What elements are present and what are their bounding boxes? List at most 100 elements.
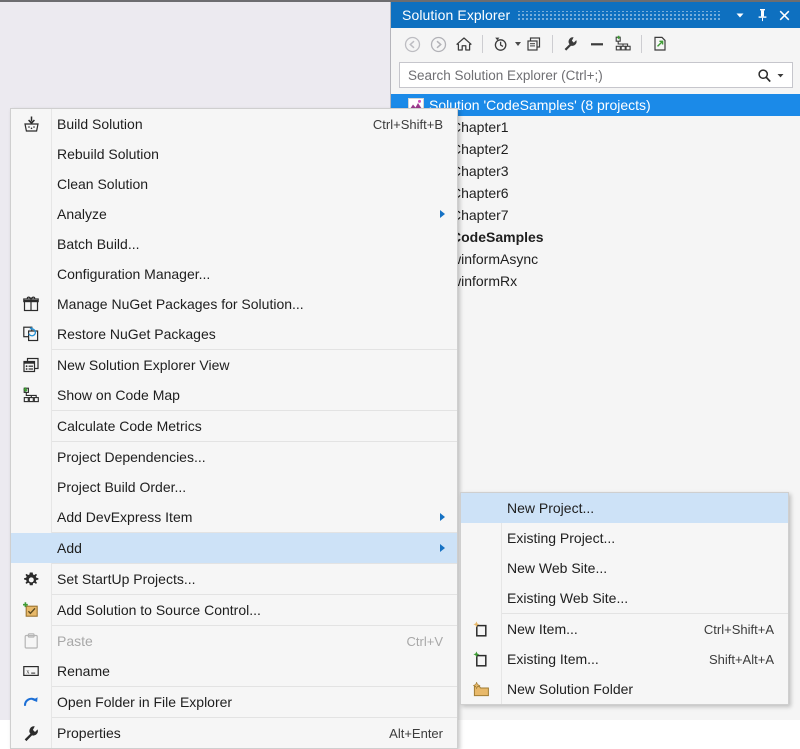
submenu-item-existing-web-site[interactable]: Existing Web Site...: [461, 583, 788, 613]
svg-text:x: x: [26, 669, 30, 676]
collapse-all-icon[interactable]: [584, 32, 610, 56]
menu-item-add-devexpress-item[interactable]: Add DevExpress Item: [11, 502, 457, 532]
solution-explorer-toolbar: [391, 28, 800, 60]
menu-item-shortcut: Ctrl+Shift+B: [372, 116, 443, 132]
title-bar-buttons: [729, 4, 800, 26]
submenu-arrow-icon: [440, 513, 445, 521]
menu-item-label: Rename: [57, 663, 110, 679]
menu-item-label: Restore NuGet Packages: [57, 326, 216, 342]
solution-context-menu: Build Solution Ctrl+Shift+B Rebuild Soluti…: [10, 108, 458, 749]
menu-item-icon-slot: [11, 350, 51, 380]
menu-item-properties[interactable]: Properties Alt+Enter: [11, 718, 457, 748]
gear-icon: [23, 571, 40, 588]
menu-item-manage-nuget-packages-for-solution[interactable]: Manage NuGet Packages for Solution...: [11, 289, 457, 319]
menu-item-label: Existing Web Site...: [507, 590, 629, 606]
menu-item-configuration-manager[interactable]: Configuration Manager...: [11, 259, 457, 289]
new-item-icon: [473, 621, 489, 637]
menu-item-paste: Paste Ctrl+V: [11, 626, 457, 656]
menu-item-rename[interactable]: x Rename: [11, 656, 457, 686]
menu-item-shortcut: Shift+Alt+A: [708, 651, 774, 667]
back-icon[interactable]: [399, 32, 425, 56]
menu-item-icon-slot: [11, 472, 51, 502]
menu-item-icon-slot: [461, 523, 501, 553]
menu-item-label: New Web Site...: [507, 560, 608, 576]
menu-item-project-dependencies[interactable]: Project Dependencies...: [11, 442, 457, 472]
menu-item-label: Add: [57, 540, 82, 556]
menu-item-icon-slot: [461, 644, 501, 674]
menu-item-label: Existing Project...: [507, 530, 616, 546]
submenu-item-new-web-site[interactable]: New Web Site...: [461, 553, 788, 583]
menu-item-rebuild-solution[interactable]: Rebuild Solution: [11, 139, 457, 169]
menu-item-open-folder-in-file-explorer[interactable]: Open Folder in File Explorer: [11, 687, 457, 717]
search-icon[interactable]: [757, 68, 772, 83]
menu-item-label: Calculate Code Metrics: [57, 418, 202, 434]
menu-item-label: Add DevExpress Item: [57, 509, 193, 525]
menu-item-label: Batch Build...: [57, 236, 140, 252]
menu-item-icon-slot: [11, 411, 51, 441]
code-map-icon: [22, 387, 40, 403]
menu-item-icon-slot: x: [11, 656, 51, 686]
menu-item-batch-build[interactable]: Batch Build...: [11, 229, 457, 259]
sync-with-active-document-icon[interactable]: [521, 32, 547, 56]
app-root: Solution Explorer Search Solution Explor…: [0, 0, 800, 749]
toolbar-separator: [641, 35, 642, 53]
menu-item-icon-slot: [11, 259, 51, 289]
toolbar-separator: [482, 35, 483, 53]
preview-selected-items-icon[interactable]: [647, 32, 673, 56]
search-input[interactable]: [400, 66, 757, 84]
menu-item-label: Analyze: [57, 206, 107, 222]
search-options-dropdown-icon[interactable]: [776, 71, 785, 80]
menu-item-clean-solution[interactable]: Clean Solution: [11, 169, 457, 199]
menu-item-icon-slot: [11, 319, 51, 349]
menu-item-label: Project Build Order...: [57, 479, 187, 495]
menu-item-label: Paste: [57, 633, 93, 649]
menu-item-icon-slot: [11, 533, 51, 563]
menu-item-icon-slot: [11, 289, 51, 319]
menu-item-icon-slot: [11, 595, 51, 625]
open-folder-icon: [23, 694, 40, 710]
submenu-arrow-icon: [440, 210, 445, 218]
menu-item-restore-nuget-packages[interactable]: Restore NuGet Packages: [11, 319, 457, 349]
menu-item-set-startup-projects[interactable]: Set StartUp Projects...: [11, 564, 457, 594]
menu-item-label: Project Dependencies...: [57, 449, 206, 465]
forward-icon[interactable]: [425, 32, 451, 56]
menu-item-build-solution[interactable]: Build Solution Ctrl+Shift+B: [11, 109, 457, 139]
home-icon[interactable]: [451, 32, 477, 56]
menu-item-icon-slot: [11, 199, 51, 229]
new-solution-explorer-view-icon: [23, 357, 39, 373]
menu-item-show-on-code-map[interactable]: Show on Code Map: [11, 380, 457, 410]
menu-item-icon-slot: [11, 139, 51, 169]
window-dropdown-icon[interactable]: [729, 4, 751, 26]
pending-changes-filter-icon[interactable]: [488, 32, 514, 56]
menu-item-icon-slot: [11, 380, 51, 410]
close-icon[interactable]: [773, 4, 795, 26]
menu-item-label: New Solution Explorer View: [57, 357, 230, 373]
submenu-item-new-solution-folder[interactable]: New Solution Folder: [461, 674, 788, 704]
menu-item-shortcut: Alt+Enter: [389, 725, 443, 741]
wrench-icon: [23, 725, 40, 742]
title-bar-drag-handle[interactable]: [518, 10, 721, 20]
menu-item-label: New Item...: [507, 621, 578, 637]
submenu-item-new-project[interactable]: New Project...: [461, 493, 788, 523]
paste-icon: [24, 633, 39, 649]
menu-item-add[interactable]: Add: [11, 533, 457, 563]
menu-item-add-solution-to-source-control[interactable]: Add Solution to Source Control...: [11, 595, 457, 625]
menu-item-analyze[interactable]: Analyze: [11, 199, 457, 229]
submenu-item-new-item[interactable]: New Item... Ctrl+Shift+A: [461, 614, 788, 644]
show-all-files-icon[interactable]: [610, 32, 636, 56]
search-box[interactable]: [399, 62, 793, 88]
menu-item-icon-slot: [11, 502, 51, 532]
pin-icon[interactable]: [751, 4, 773, 26]
menu-item-icon-slot: [11, 626, 51, 656]
submenu-item-existing-item[interactable]: Existing Item... Shift+Alt+A: [461, 644, 788, 674]
menu-item-new-solution-explorer-view[interactable]: New Solution Explorer View: [11, 350, 457, 380]
submenu-item-existing-project[interactable]: Existing Project...: [461, 523, 788, 553]
menu-item-icon-slot: [11, 229, 51, 259]
menu-item-icon-slot: [461, 583, 501, 613]
add-submenu-items: New Project... Existing Project... New Web…: [461, 493, 788, 704]
existing-item-icon: [473, 651, 489, 667]
menu-item-calculate-code-metrics[interactable]: Calculate Code Metrics: [11, 411, 457, 441]
properties-wrench-icon[interactable]: [558, 32, 584, 56]
menu-item-project-build-order[interactable]: Project Build Order...: [11, 472, 457, 502]
nuget-manage-icon: [23, 296, 39, 312]
